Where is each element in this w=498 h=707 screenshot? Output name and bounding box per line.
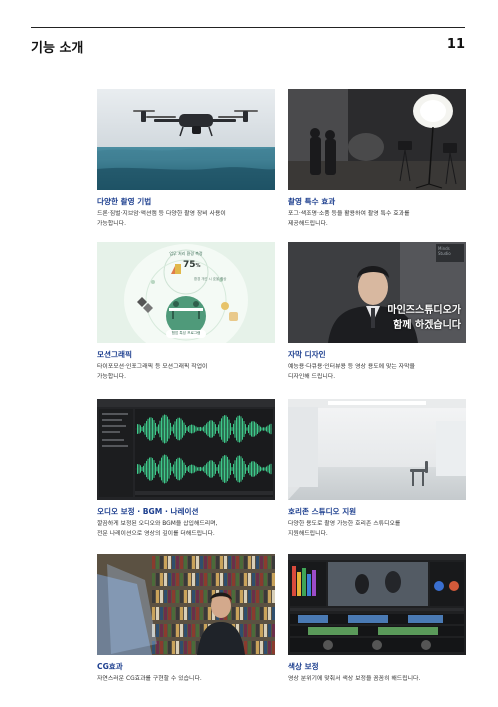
- subtitle-overlay: 마인즈스튜디오가 함께 하겠습니다: [387, 305, 461, 331]
- feature-title: 색상 보정: [288, 662, 319, 671]
- feature-title: 호리존 스튜디오 지원: [288, 507, 357, 516]
- feature-description: 깔끔하게 보정된 오디오와 BGM을 삽입해드리며, 전문 나레이션으로 영상의 …: [97, 521, 218, 537]
- infographic-top-label: 업무 처리 환경 측정: [169, 251, 203, 256]
- feature-card-subtitle-design: Minds Studio 마인즈스튜디오가 함께 하겠습니다 자막 디자인 예능…: [288, 242, 466, 382]
- feature-title: 촬영 특수 효과: [288, 197, 336, 206]
- feature-card-motion-graphics: 업무 처리 환경 측정 75% 환경 개선 시 효율 향상 협업 특성 프로그램…: [97, 242, 275, 382]
- infographic-value: 75%: [183, 260, 201, 270]
- page-number: 11: [446, 37, 465, 52]
- feature-title: 오디오 보정 · BGM · 나레이션: [97, 507, 199, 516]
- feature-description: 다양한 용도로 촬영 가능한 호리존 스튜디오를 지원해드립니다.: [288, 521, 401, 537]
- drone-photo: [97, 89, 275, 190]
- color-grading-software: [288, 554, 466, 655]
- feature-title: 모션그래픽: [97, 350, 132, 359]
- feature-card-cg-effects: CG효과 자연스러운 CG효과를 구현할 수 있습니다.: [97, 554, 275, 685]
- audio-waveform-editor: [97, 399, 275, 500]
- feature-description: 자연스러운 CG효과를 구현할 수 있습니다.: [97, 676, 202, 682]
- feature-card-horizon-studio: 호리존 스튜디오 지원 다양한 용도로 촬영 가능한 호리존 스튜디오를 지원해드…: [288, 399, 466, 539]
- library-cg-photo: [97, 554, 275, 655]
- motion-graphic-infographic: 업무 처리 환경 측정 75% 환경 개선 시 효율 향상 협업 특성 프로그램: [97, 242, 275, 343]
- presenter-subtitle-photo: Minds Studio 마인즈스튜디오가 함께 하겠습니다: [288, 242, 466, 343]
- page-title: 기능 소개: [31, 41, 84, 56]
- feature-card-special-effects: 촬영 특수 효과 포그·색조명·소품 등을 활용하여 촬영 특수 효과를 제공해드…: [288, 89, 466, 229]
- infographic-bottom-label: 협업 특성 프로그램: [171, 331, 201, 335]
- feature-description: 타이포모션·인포그래픽 등 모션그래픽 작업이 가능합니다.: [97, 364, 208, 380]
- feature-title: 자막 디자인: [288, 350, 326, 359]
- header-rule: [31, 27, 465, 28]
- feature-title: 다양한 촬영 기법: [97, 197, 152, 206]
- studio-lighting-photo: [288, 89, 466, 190]
- feature-title: CG효과: [97, 662, 123, 671]
- feature-description: 영상 분위기에 맞춰서 색상 보정을 꼼꼼히 해드립니다.: [288, 676, 421, 682]
- feature-card-shooting-techniques: 다양한 촬영 기법 드론·짐벌·지브암·액션캠 등 다양한 촬영 장비 사용이 가…: [97, 89, 275, 229]
- feature-card-audio: 오디오 보정 · BGM · 나레이션 깔끔하게 보정된 오디오와 BGM을 삽…: [97, 399, 275, 539]
- feature-description: 포그·색조명·소품 등을 활용하여 촬영 특수 효과를 제공해드립니다.: [288, 211, 410, 227]
- infographic-sub-label: 환경 개선 시 효율 향상: [194, 277, 227, 281]
- feature-description: 예능용·다큐용·인터뷰용 등 영상 용도에 맞는 자막을 디자인해 드립니다.: [288, 364, 415, 380]
- studio-corner-logo: Minds Studio: [438, 246, 451, 256]
- horizon-studio-photo: [288, 399, 466, 500]
- feature-description: 드론·짐벌·지브암·액션캠 등 다양한 촬영 장비 사용이 가능합니다.: [97, 211, 226, 227]
- feature-card-color-grading: 색상 보정 영상 분위기에 맞춰서 색상 보정을 꼼꼼히 해드립니다.: [288, 554, 466, 685]
